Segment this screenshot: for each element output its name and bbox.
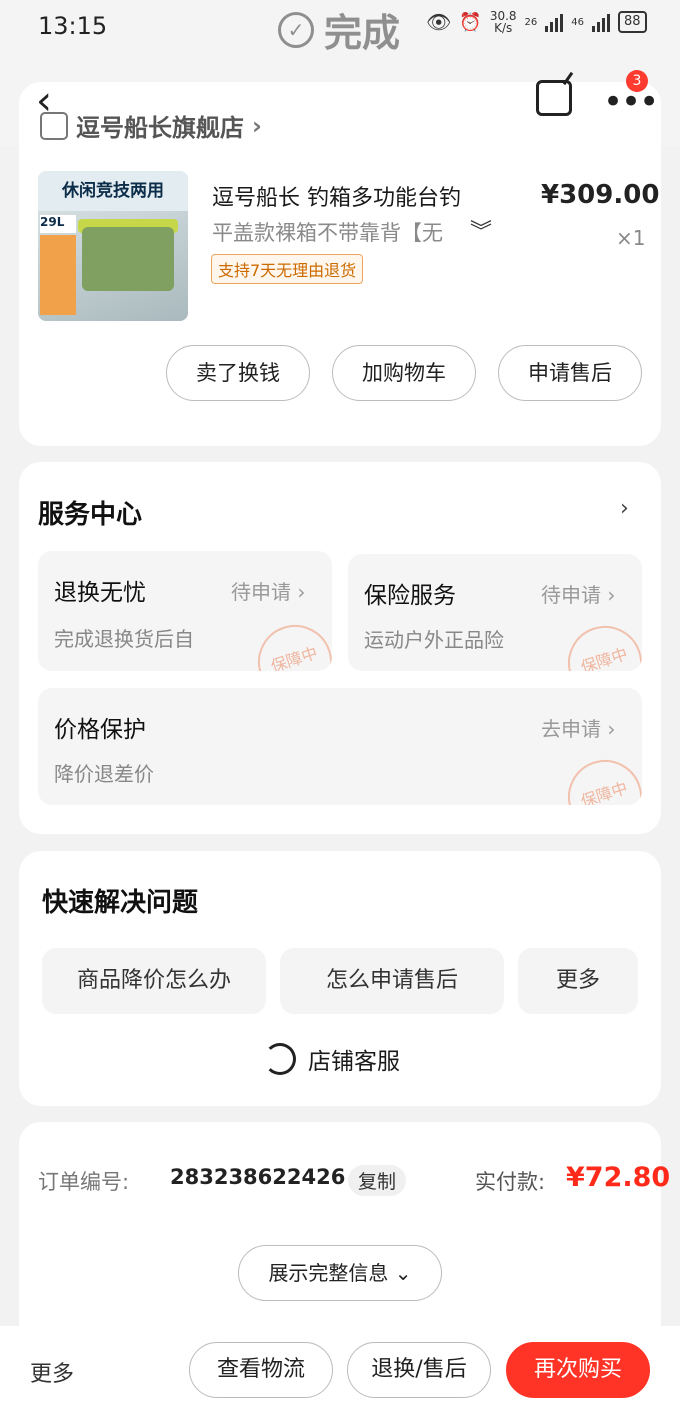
customer-service-label: 店铺客服	[308, 1049, 400, 1075]
cooler-body	[82, 227, 174, 291]
protected-stamp-icon: 保障中	[558, 616, 642, 671]
service-desc: 完成退换货后自	[54, 627, 194, 651]
battery-icon: 88	[618, 11, 647, 33]
product-title[interactable]: 逗号船长 钓箱多功能台钓	[212, 180, 461, 212]
service-item-insurance[interactable]: 保险服务 待申请 › 运动户外正品险 保障中	[348, 554, 642, 671]
apply-after-sale-button[interactable]: 申请售后	[498, 345, 642, 401]
buy-again-button[interactable]: 再次购买	[506, 1342, 650, 1398]
shop-link[interactable]: 逗号船长旗舰店 ›	[40, 108, 262, 143]
return-policy-tag: 支持7天无理由退货	[211, 254, 364, 284]
alarm-icon: ⏰	[459, 11, 482, 33]
view-logistics-button[interactable]: 查看物流	[189, 1342, 333, 1398]
order-number-label: 订单编号:	[38, 1170, 130, 1194]
check-circle-icon: ✓	[278, 11, 314, 48]
protected-stamp-icon: 保障中	[558, 750, 642, 805]
service-name: 保险服务	[364, 583, 456, 609]
price-drop-question-button[interactable]: 商品降价怎么办	[42, 948, 266, 1014]
signal-label-2: 46	[571, 16, 584, 28]
service-name: 价格保护	[54, 717, 146, 743]
shop-icon	[40, 111, 68, 140]
promo-strip	[40, 235, 76, 315]
status-done-label: ✓ 完成	[278, 2, 400, 57]
headset-icon	[264, 1043, 296, 1075]
status-icons: 👁 ⏰ 30.8 K/s 26 46 88	[426, 10, 647, 34]
product-price: ¥309.00	[541, 180, 660, 210]
paid-amount: ¥72.80	[566, 1162, 671, 1193]
signal-bars-icon	[592, 12, 610, 32]
chevron-right-icon: ›	[252, 111, 262, 140]
paid-label: 实付款:	[475, 1170, 546, 1194]
return-after-sale-button[interactable]: 退换/售后	[347, 1342, 491, 1398]
quick-solve-title: 快速解决问题	[42, 888, 199, 918]
bottom-more-link[interactable]: 更多	[30, 1356, 74, 1388]
notification-badge: 3	[626, 70, 648, 92]
add-to-cart-button[interactable]: 加购物车	[332, 345, 476, 401]
chevron-down-icon[interactable]: ︾	[470, 214, 492, 246]
capacity-tag: 29L	[40, 215, 76, 233]
service-status: 去申请 ›	[541, 717, 616, 741]
service-center-title: 服务中心	[38, 500, 143, 530]
service-desc: 降价退差价	[54, 762, 154, 786]
show-full-info-button[interactable]: 展示完整信息 ⌄	[238, 1245, 442, 1301]
show-full-info-label: 展示完整信息	[268, 1261, 389, 1285]
done-text: 完成	[324, 11, 401, 55]
service-item-return[interactable]: 退换无忧 待申请 › 完成退换货后自 保障中	[38, 551, 332, 671]
eye-icon: 👁	[426, 10, 452, 34]
signal-label-1: 26	[524, 16, 538, 28]
product-image-banner: 休闲竞技两用	[38, 171, 188, 211]
service-status: 待申请 ›	[231, 580, 306, 604]
protected-stamp-icon: 保障中	[248, 615, 332, 671]
service-name: 退换无忧	[54, 580, 146, 606]
chevron-right-icon[interactable]: ›	[620, 496, 629, 521]
order-info-card	[19, 1122, 661, 1352]
more-questions-button[interactable]: 更多	[518, 948, 638, 1014]
signal-bars-icon	[545, 12, 564, 32]
product-quantity: ×1	[616, 226, 646, 250]
net-speed: 30.8 K/s	[489, 9, 517, 35]
share-icon[interactable]	[536, 80, 572, 116]
customer-service-button[interactable]: 店铺客服	[264, 1042, 400, 1076]
order-number: 283238622426	[170, 1165, 346, 1189]
product-image[interactable]: 休闲竞技两用 29L	[38, 171, 188, 321]
copy-button[interactable]: 复制	[348, 1165, 407, 1196]
chevron-down-icon: ⌄	[394, 1261, 412, 1285]
service-desc: 运动户外正品险	[364, 628, 504, 652]
sell-button[interactable]: 卖了换钱	[166, 345, 310, 401]
shop-name: 逗号船长旗舰店	[76, 114, 244, 142]
product-variant[interactable]: 平盖款裸箱不带靠背【无	[212, 217, 443, 247]
service-status: 待申请 ›	[541, 583, 616, 607]
how-after-sale-button[interactable]: 怎么申请售后	[280, 948, 504, 1014]
status-time: 13:15	[38, 12, 108, 40]
service-item-price-protect[interactable]: 价格保护 去申请 › 降价退差价 保障中	[38, 688, 642, 805]
